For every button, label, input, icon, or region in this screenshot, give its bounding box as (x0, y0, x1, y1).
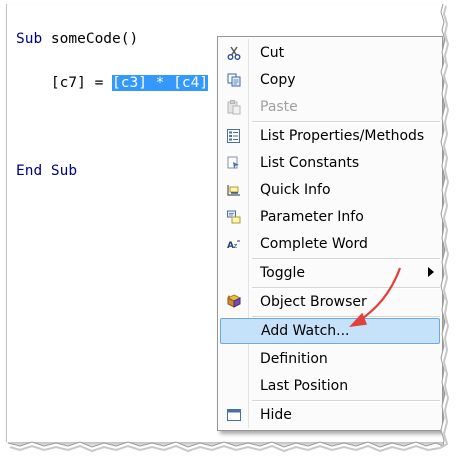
submenu-arrow-icon (428, 267, 434, 277)
code-editor[interactable]: Sub someCode() [c7] = [c3] * [c4] End Su… (16, 6, 209, 204)
procedure-name: someCode() (42, 31, 139, 47)
menu-item-label: Copy (260, 71, 296, 88)
menu-item-label: Hide (260, 406, 292, 423)
menu-item-parameter-info[interactable]: Parameter Info (220, 204, 440, 229)
menu-item-toggle[interactable]: Toggle (220, 260, 440, 285)
object-browser-icon (220, 289, 248, 314)
quick-info-icon (220, 177, 248, 202)
selected-expression[interactable]: [c3] * [c4] (112, 75, 209, 91)
menu-item-label: List Constants (260, 154, 360, 171)
menu-item-label: Toggle (260, 264, 306, 281)
menu-item-label: Quick Info (260, 181, 331, 198)
menu-item-label: Definition (260, 350, 328, 367)
context-menu: Cut Copy Paste List Properties/Methods L… (217, 36, 443, 431)
keyword-end-sub: End Sub (16, 163, 78, 179)
parameter-info-icon (220, 204, 248, 229)
menu-item-label: Object Browser (260, 293, 367, 310)
menu-item-list-properties-methods[interactable]: List Properties/Methods (220, 123, 440, 148)
list-constants-icon (220, 150, 248, 175)
menu-item-complete-word[interactable]: Az Complete Word (220, 231, 440, 256)
complete-word-icon: Az (220, 231, 248, 256)
menu-item-copy[interactable]: Copy (220, 67, 440, 92)
menu-item-label: Paste (260, 98, 298, 115)
menu-item-add-watch[interactable]: Add Watch... (220, 318, 440, 344)
menu-item-label: Last Position (260, 377, 349, 394)
menu-item-last-position[interactable]: Last Position (220, 373, 440, 398)
list-properties-icon (220, 123, 248, 148)
menu-item-hide[interactable]: Hide (220, 402, 440, 427)
menu-item-label: Parameter Info (260, 208, 364, 225)
menu-item-label: List Properties/Methods (260, 127, 425, 144)
menu-item-cut[interactable]: Cut (220, 40, 440, 65)
menu-item-label: Cut (260, 44, 285, 61)
menu-item-label: Add Watch... (261, 323, 350, 339)
menu-item-definition[interactable]: Definition (220, 346, 440, 371)
menu-item-list-constants[interactable]: List Constants (220, 150, 440, 175)
menu-item-quick-info[interactable]: Quick Info (220, 177, 440, 202)
svg-text:z: z (234, 242, 238, 250)
code-line-2: [c7] = [c3] * [c4] (16, 72, 209, 94)
assignment-target: [c7] = (16, 75, 113, 91)
menu-item-paste[interactable]: Paste (220, 94, 440, 119)
code-line-4: End Sub (16, 160, 208, 182)
hide-window-icon (220, 402, 248, 427)
menu-item-label: Complete Word (260, 235, 368, 252)
code-line-1: Sub someCode() (16, 28, 208, 50)
paste-icon (220, 94, 248, 119)
copy-icon (220, 67, 248, 92)
scissors-icon (220, 40, 248, 65)
menu-item-object-browser[interactable]: Object Browser (220, 289, 440, 314)
keyword-sub: Sub (16, 31, 43, 47)
